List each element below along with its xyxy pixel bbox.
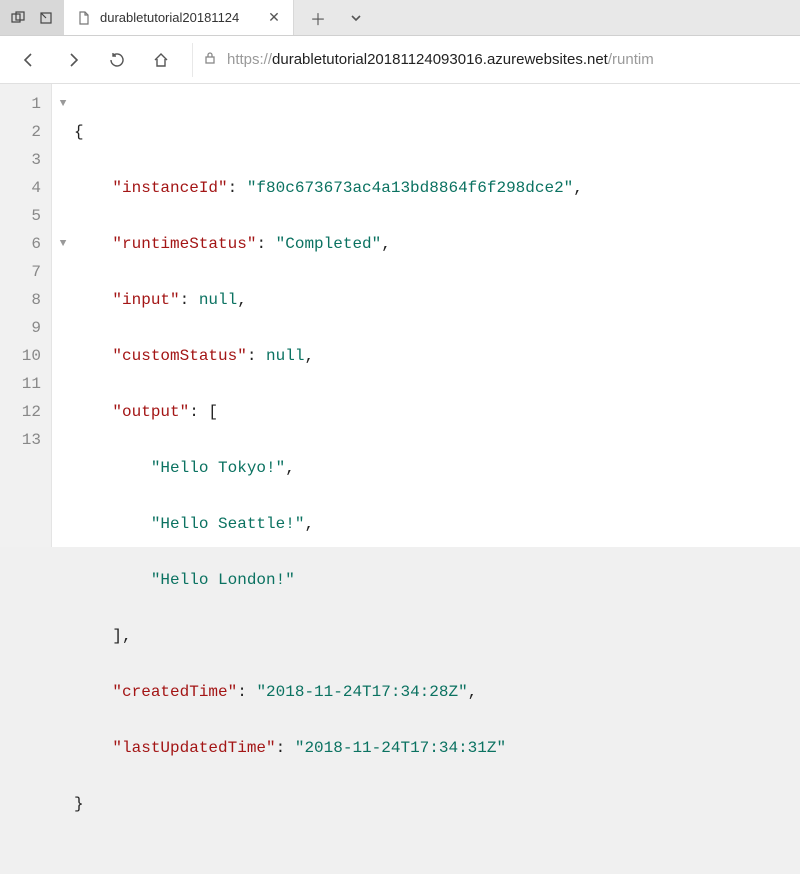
browser-tab[interactable]: durabletutorial20181124 ✕	[64, 0, 294, 35]
line-number: 12	[0, 398, 41, 426]
set-aside-tabs-icon[interactable]	[4, 4, 32, 32]
line-number: 9	[0, 314, 41, 342]
tabs-dropdown-icon[interactable]	[342, 4, 370, 32]
address-bar: https://durabletutorial20181124093016.az…	[0, 36, 800, 84]
close-icon[interactable]: ✕	[265, 9, 283, 27]
json-viewer: 1 2 3 4 5 6 7 8 9 10 11 12 13 ▼ ▼ { "ins…	[0, 84, 800, 547]
url-field[interactable]: https://durabletutorial20181124093016.az…	[192, 43, 790, 77]
line-number: 5	[0, 202, 41, 230]
forward-button[interactable]	[54, 41, 92, 79]
line-number: 2	[0, 118, 41, 146]
line-number: 4	[0, 174, 41, 202]
url-text: https://durabletutorial20181124093016.az…	[227, 51, 780, 68]
line-number: 6	[0, 230, 41, 258]
url-scheme: https://	[227, 51, 272, 68]
line-number: 11	[0, 370, 41, 398]
show-tabs-icon[interactable]	[32, 4, 60, 32]
titlebar: durabletutorial20181124 ✕ ＋	[0, 0, 800, 36]
file-icon	[76, 10, 92, 26]
line-number: 10	[0, 342, 41, 370]
tab-actions: ＋	[294, 0, 380, 35]
url-path: /runtim	[608, 51, 654, 68]
line-number: 1	[0, 90, 41, 118]
line-number: 3	[0, 146, 41, 174]
fold-gutter: ▼ ▼	[52, 84, 74, 547]
new-tab-button[interactable]: ＋	[304, 4, 332, 32]
line-number: 8	[0, 286, 41, 314]
lock-icon	[203, 51, 217, 68]
line-number: 13	[0, 426, 41, 454]
window-controls	[0, 0, 64, 35]
fold-toggle-icon[interactable]: ▼	[52, 90, 74, 118]
code-area[interactable]: { "instanceId": "f80c673673ac4a13bd8864f…	[74, 84, 800, 547]
refresh-button[interactable]	[98, 41, 136, 79]
fold-toggle-icon[interactable]: ▼	[52, 230, 74, 258]
back-button[interactable]	[10, 41, 48, 79]
line-number: 7	[0, 258, 41, 286]
line-number-gutter: 1 2 3 4 5 6 7 8 9 10 11 12 13	[0, 84, 52, 547]
tab-title: durabletutorial20181124	[100, 10, 257, 25]
url-host: durabletutorial20181124093016.azurewebsi…	[272, 51, 608, 68]
home-button[interactable]	[142, 41, 180, 79]
